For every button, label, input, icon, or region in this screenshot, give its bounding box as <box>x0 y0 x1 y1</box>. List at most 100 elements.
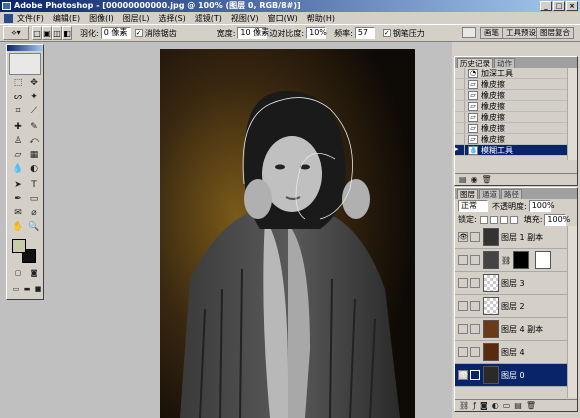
fx-icon[interactable]: ƒ <box>473 401 476 410</box>
lock-transparency-icon[interactable] <box>479 215 488 224</box>
layer-row[interactable]: 图层 4 <box>455 341 577 364</box>
eye-icon[interactable] <box>458 324 468 334</box>
tab-layer-comps[interactable]: 图层复合 <box>536 27 574 39</box>
pen-pressure-checkbox[interactable]: ✓ <box>382 29 391 37</box>
history-item[interactable]: ▱ 橡皮擦 <box>455 134 577 145</box>
tab-brushes[interactable]: 画笔 <box>480 27 503 39</box>
snapshot-icon[interactable]: ◉ <box>471 175 478 184</box>
layer-row[interactable]: 图层 3 <box>455 272 577 295</box>
tab-layers[interactable]: 图层 <box>457 189 478 199</box>
magic-wand-tool-icon[interactable]: ✦ <box>27 91 41 104</box>
lock-all-icon[interactable] <box>509 215 518 224</box>
feather-input[interactable]: 0 像素 <box>100 27 131 39</box>
layer-row[interactable]: 👁 图层 1 副本 <box>455 226 577 249</box>
blend-mode-select[interactable]: 正常 <box>458 200 488 212</box>
eye-icon[interactable] <box>458 278 468 288</box>
menu-file[interactable]: 文件(F) <box>17 13 44 24</box>
adobe-logo[interactable] <box>9 53 41 75</box>
layers-scrollbar[interactable] <box>567 226 577 398</box>
menu-help[interactable]: 帮助(H) <box>307 13 335 24</box>
crop-tool-icon[interactable]: ⌗ <box>11 105 25 118</box>
clone-stamp-icon[interactable]: ♙ <box>11 135 25 148</box>
link-icon[interactable]: ⛓ <box>459 401 469 410</box>
history-item[interactable]: ◔ 加深工具 <box>455 68 577 79</box>
frequency-input[interactable]: 57 <box>354 27 375 39</box>
contrast-input[interactable]: 10% <box>306 27 327 39</box>
tab-actions[interactable]: 动作 <box>494 58 515 68</box>
menu-select[interactable]: 选择(S) <box>158 13 185 24</box>
healing-brush-icon[interactable]: ✚ <box>11 121 25 134</box>
menu-layer[interactable]: 图层(L) <box>123 13 150 24</box>
close-button[interactable]: × <box>566 1 578 11</box>
width-input[interactable]: 10 像素 <box>237 27 269 39</box>
menu-filter[interactable]: 滤镜(T) <box>195 13 222 24</box>
history-item-selected[interactable]: ▸ 💧 模糊工具 <box>455 145 577 156</box>
screen-mode-3-icon[interactable]: ■ <box>31 283 45 296</box>
pen-tool-icon[interactable]: ✒ <box>11 193 25 206</box>
add-selection-icon[interactable]: ▣ <box>42 26 52 40</box>
new-selection-icon[interactable]: □ <box>32 26 42 40</box>
layer-row-selected[interactable]: 👁 图层 0 <box>455 364 577 387</box>
adjustment-icon[interactable]: ◐ <box>492 401 499 410</box>
lock-image-icon[interactable] <box>489 215 498 224</box>
palette-well-icon[interactable] <box>462 27 476 38</box>
trash-icon[interactable]: 🗑 <box>526 401 536 410</box>
type-tool-icon[interactable]: T <box>27 179 41 192</box>
menu-edit[interactable]: 编辑(E) <box>53 13 80 24</box>
history-item[interactable]: ▱ 橡皮擦 <box>455 112 577 123</box>
mask-icon[interactable]: ◙ <box>480 401 488 410</box>
history-item[interactable]: ▱ 橡皮擦 <box>455 123 577 134</box>
history-scrollbar[interactable] <box>567 68 577 160</box>
history-brush-icon[interactable]: ⤺ <box>27 135 41 148</box>
path-select-icon[interactable]: ➤ <box>11 179 25 192</box>
tab-channels[interactable]: 通道 <box>479 189 500 199</box>
blur-tool-icon[interactable]: 💧 <box>11 163 25 176</box>
menu-image[interactable]: 图像(I) <box>89 13 114 24</box>
antialias-checkbox[interactable]: ✓ <box>134 29 143 37</box>
quickmask-mode-icon[interactable]: ◙ <box>27 267 41 280</box>
layer-row[interactable]: ⛓ <box>455 249 577 272</box>
subtract-selection-icon[interactable]: ◫ <box>52 26 62 40</box>
trash-icon[interactable]: 🗑 <box>482 175 492 184</box>
move-tool-icon[interactable]: ✥ <box>27 77 41 90</box>
tool-preset-picker[interactable]: ⟡▾ <box>3 26 29 40</box>
slice-tool-icon[interactable]: ⟋ <box>27 105 41 118</box>
lasso-tool-icon[interactable]: ᔕ <box>11 91 25 104</box>
new-layer-icon[interactable]: ▤ <box>514 401 522 410</box>
opacity-input[interactable]: 100% <box>528 200 555 212</box>
fill-input[interactable]: 100% <box>544 213 570 226</box>
minimize-button[interactable]: _ <box>540 1 552 11</box>
history-item[interactable]: ▱ 橡皮擦 <box>455 79 577 90</box>
notes-tool-icon[interactable]: ✉ <box>11 207 25 220</box>
tab-history[interactable]: 历史记录 <box>457 58 493 68</box>
foreground-color-swatch[interactable] <box>12 239 26 253</box>
menu-view[interactable]: 视图(V) <box>231 13 259 24</box>
lock-position-icon[interactable] <box>499 215 508 224</box>
maximize-button[interactable]: □ <box>553 1 565 11</box>
shape-tool-icon[interactable]: ▭ <box>27 193 41 206</box>
zoom-tool-icon[interactable]: 🔍 <box>27 221 41 234</box>
hand-tool-icon[interactable]: ✋ <box>11 221 25 234</box>
history-item[interactable]: ▱ 橡皮擦 <box>455 90 577 101</box>
eyedropper-icon[interactable]: ⌀ <box>27 207 41 220</box>
eye-icon[interactable] <box>458 347 468 357</box>
gradient-tool-icon[interactable]: ▦ <box>27 149 41 162</box>
brush-tool-icon[interactable]: ✎ <box>27 121 41 134</box>
layer-row[interactable]: 图层 4 副本 <box>455 318 577 341</box>
intersect-selection-icon[interactable]: ◧ <box>62 26 72 40</box>
eraser-tool-icon[interactable]: ▱ <box>11 149 25 162</box>
eye-icon[interactable]: 👁 <box>458 370 468 380</box>
folder-icon[interactable]: ▭ <box>503 401 511 410</box>
menu-window[interactable]: 窗口(W) <box>268 13 298 24</box>
standard-mode-icon[interactable]: ▢ <box>11 267 25 280</box>
tab-tool-presets[interactable]: 工具预设 <box>502 27 540 39</box>
marquee-tool-icon[interactable]: ⬚ <box>11 77 25 90</box>
dodge-tool-icon[interactable]: ◐ <box>27 163 41 176</box>
eye-icon[interactable]: 👁 <box>458 232 468 242</box>
document-canvas[interactable] <box>160 49 415 418</box>
history-item[interactable]: ▱ 橡皮擦 <box>455 101 577 112</box>
layer-row[interactable]: 图层 2 <box>455 295 577 318</box>
eye-icon[interactable] <box>458 255 468 265</box>
new-document-icon[interactable]: ▤ <box>459 175 467 184</box>
tab-paths[interactable]: 路径 <box>501 189 522 199</box>
